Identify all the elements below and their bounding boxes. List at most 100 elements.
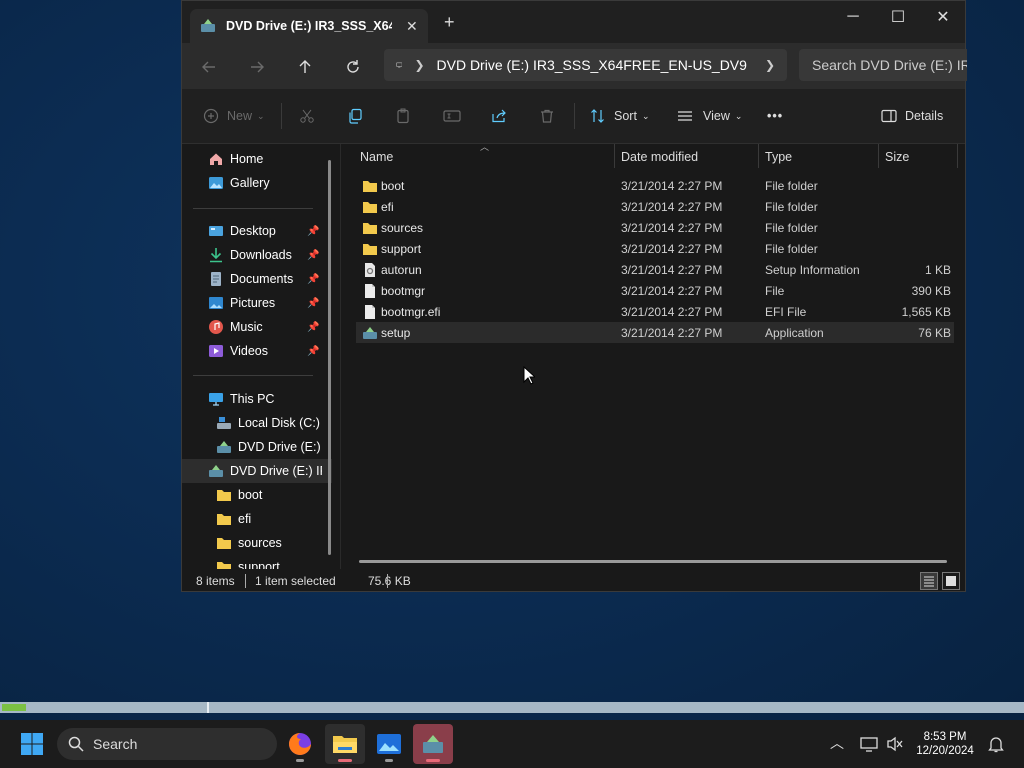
delete-button[interactable] [539, 105, 555, 127]
sidebar-scrollbar[interactable] [328, 160, 331, 555]
tab-dvd-drive[interactable]: DVD Drive (E:) IR3_SSS_X64FREE_EN-US_DV9… [190, 9, 428, 43]
dvd-drive-icon [208, 463, 224, 479]
file-row[interactable]: efi 3/21/2014 2:27 PM File folder [356, 196, 954, 217]
taskbar-file-explorer[interactable] [325, 724, 365, 764]
tiles-view-button[interactable] [942, 572, 960, 590]
rename-icon [443, 110, 461, 122]
column-name[interactable]: Name [360, 144, 393, 170]
sidebar-item-efi[interactable]: efi [182, 507, 332, 531]
column-date-modified[interactable]: Date modified [621, 144, 698, 170]
sidebar-item-gallery[interactable]: Gallery [182, 171, 332, 195]
selection-count: 1 item selected [255, 574, 336, 588]
setup-app-icon [423, 735, 443, 753]
column-type[interactable]: Type [765, 144, 792, 170]
divider [245, 574, 246, 588]
divider [387, 574, 388, 588]
command-bar: New ⌄ Sort ⌄ View ⌄ ••• Details [182, 89, 965, 144]
sidebar-item-sources[interactable]: sources [182, 531, 332, 555]
taskbar-firefox[interactable] [280, 724, 320, 764]
minimize-button[interactable]: ─ [830, 5, 876, 29]
pin-icon: 📌 [307, 249, 320, 261]
refresh-button[interactable] [341, 55, 365, 79]
folder-icon [216, 511, 232, 527]
details-view-button[interactable] [920, 572, 938, 590]
file-row[interactable]: boot 3/21/2014 2:27 PM File folder [356, 175, 954, 196]
sidebar-item-documents[interactable]: Documents 📌 [182, 267, 332, 291]
file-row[interactable]: bootmgr 3/21/2014 2:27 PM File 390 KB [356, 280, 954, 301]
forward-button[interactable] [245, 55, 269, 79]
sidebar-item-music[interactable]: Music 📌 [182, 315, 332, 339]
column-separator[interactable] [614, 144, 615, 168]
column-size[interactable]: Size [885, 144, 909, 170]
view-list-icon [678, 111, 692, 121]
new-button[interactable]: New ⌄ [203, 105, 265, 127]
new-tab-button[interactable]: + [444, 12, 455, 33]
sidebar-item-boot[interactable]: boot [182, 483, 332, 507]
sidebar-item-desktop[interactable]: Desktop 📌 [182, 219, 332, 243]
network-icon[interactable] [860, 735, 878, 753]
navigation-pane: Home Gallery Desktop 📌 Downloads 📌 Docum… [182, 144, 332, 569]
back-button[interactable] [197, 55, 221, 79]
view-button[interactable]: View ⌄ [677, 105, 742, 127]
photos-icon [377, 734, 401, 754]
sidebar-item-support[interactable]: support [182, 555, 332, 569]
file-explorer-icon [333, 736, 357, 753]
details-pane-button[interactable]: Details [881, 105, 943, 127]
volume-muted-icon[interactable] [886, 735, 904, 753]
desktop-icon [208, 223, 224, 239]
forward-arrow-icon [251, 61, 264, 73]
pin-icon: 📌 [307, 225, 320, 237]
windows-logo-icon [21, 733, 43, 755]
gallery-icon [208, 175, 224, 191]
sidebar-item-home[interactable]: Home [182, 147, 332, 171]
rename-button[interactable] [443, 105, 461, 127]
maximize-button[interactable]: ☐ [875, 5, 921, 29]
sort-button[interactable]: Sort ⌄ [590, 105, 649, 127]
sidebar-item-videos[interactable]: Videos 📌 [182, 339, 332, 363]
column-separator[interactable] [957, 144, 958, 168]
file-row[interactable]: sources 3/21/2014 2:27 PM File folder [356, 217, 954, 238]
sidebar-item-pictures[interactable]: Pictures 📌 [182, 291, 332, 315]
copy-button[interactable] [347, 105, 363, 127]
sidebar-item-local-disk[interactable]: Local Disk (C:) [182, 411, 332, 435]
column-separator[interactable] [758, 144, 759, 168]
notification-bell-icon[interactable] [988, 735, 1004, 753]
up-button[interactable] [293, 55, 317, 79]
file-row[interactable]: bootmgr.efi 3/21/2014 2:27 PM EFI File 1,56… [356, 301, 954, 322]
sidebar-item-downloads[interactable]: Downloads 📌 [182, 243, 332, 267]
taskbar-search[interactable]: Search [57, 728, 277, 760]
sort-icon [591, 109, 604, 123]
address-bar[interactable]: ❯ DVD Drive (E:) IR3_SSS_X64FREE_EN-US_D… [384, 49, 787, 81]
clock[interactable]: 8:53 PM 12/20/2024 [914, 730, 976, 758]
taskbar-photos[interactable] [369, 724, 409, 764]
file-row[interactable]: support 3/21/2014 2:27 PM File folder [356, 238, 954, 259]
horizontal-scrollbar[interactable] [359, 560, 947, 563]
folder-icon [216, 487, 232, 503]
show-hidden-icons-button[interactable]: ︿ [830, 733, 844, 753]
sidebar-item-this-pc[interactable]: This PC [182, 387, 332, 411]
breadcrumb[interactable]: DVD Drive (E:) IR3_SSS_X64FREE_EN-US_DV9 [437, 57, 747, 73]
share-button[interactable] [491, 105, 507, 127]
file-icon [365, 304, 375, 319]
selection-size: 75.6 KB [368, 574, 411, 588]
paste-button[interactable] [395, 105, 411, 127]
close-tab-icon[interactable]: ✕ [406, 18, 418, 35]
chevron-right-icon[interactable]: ❯ [765, 58, 775, 72]
start-button[interactable] [12, 724, 52, 764]
search-box[interactable]: Search DVD Drive (E:) IR3_SSS_X64FREE_EN… [799, 49, 967, 81]
file-row[interactable]: autorun 3/21/2014 2:27 PM Setup Informatio… [356, 259, 954, 280]
videos-icon [208, 343, 224, 359]
sidebar-item-dvd-drive[interactable]: DVD Drive (E:) IR3_SSS_X64FREE_EN-US_DV9 [182, 435, 332, 459]
close-window-button[interactable]: ✕ [920, 5, 966, 29]
taskbar-setup[interactable] [413, 724, 453, 764]
cut-button[interactable] [299, 105, 315, 127]
column-separator[interactable] [878, 144, 879, 168]
sidebar-item-dvd-drive-selected[interactable]: DVD Drive (E:) IR3_SSS_X64FREE_EN-US_DV9 [182, 459, 332, 483]
dvd-drive-icon [201, 19, 215, 32]
file-row-selected[interactable]: setup 3/21/2014 2:27 PM Application 76 KB [356, 322, 954, 343]
folder-icon [363, 243, 377, 255]
pane-divider[interactable] [340, 144, 341, 569]
see-more-button[interactable]: ••• [767, 105, 783, 127]
time: 8:53 PM [923, 731, 967, 743]
divider [574, 103, 575, 129]
